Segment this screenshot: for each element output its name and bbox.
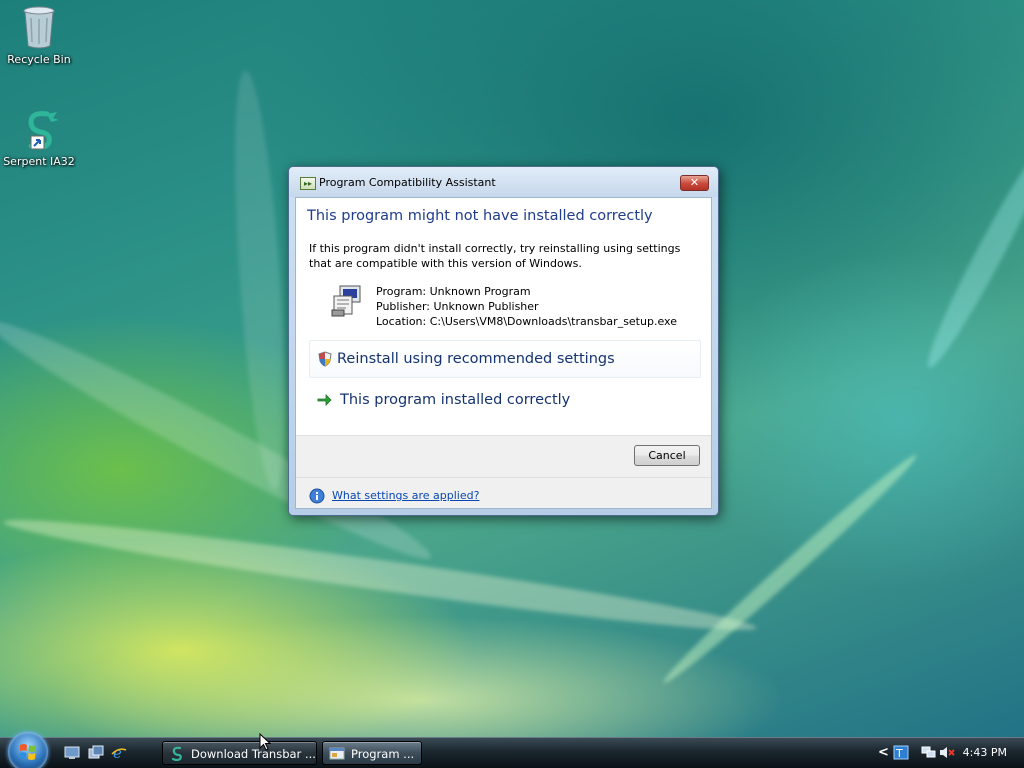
desktop-icon-recycle-bin[interactable]: Recycle Bin — [0, 4, 78, 66]
program-location: Location: C:\Users\VM8\Downloads\transba… — [376, 315, 677, 328]
windows-logo-icon — [19, 744, 36, 760]
task-button-program-compatibility[interactable]: Program ... — [322, 741, 422, 765]
compatibility-assistant-icon: ▸▸ — [300, 177, 316, 190]
program-compatibility-dialog: ▸▸ Program Compatibility Assistant ✕ Thi… — [288, 166, 719, 516]
recycle-bin-icon — [23, 6, 55, 49]
program-window-icon — [329, 747, 345, 760]
desktop-icon-label: Recycle Bin — [7, 53, 71, 66]
content-text: If this program didn't install correctly… — [309, 242, 681, 270]
what-settings-applied-link[interactable]: What settings are applied? — [332, 489, 479, 502]
reinstall-command-label: Reinstall using recommended settings — [337, 351, 615, 367]
start-button[interactable] — [8, 732, 48, 768]
volume-muted-icon[interactable] — [939, 745, 955, 760]
taskbar: e Download Transbar ... Program ... < T — [0, 732, 1024, 768]
mouse-cursor-icon — [259, 733, 271, 751]
tray-expand-chevron[interactable]: < — [878, 745, 894, 760]
task-button-label: Program ... — [351, 747, 415, 761]
cancel-button[interactable]: Cancel — [634, 445, 700, 466]
svg-text:T: T — [895, 747, 903, 760]
program-name: Program: Unknown Program — [376, 285, 531, 298]
serpent-shortcut-icon — [28, 111, 59, 150]
task-button-label: Download Transbar ... — [191, 747, 316, 761]
dialog-content: This program might not have installed co… — [295, 197, 712, 509]
desktop-icon-serpent-ia32[interactable]: Serpent IA32 — [0, 108, 78, 168]
dialog-titlebar[interactable]: ▸▸ Program Compatibility Assistant ✕ — [289, 167, 718, 197]
input-language-icon[interactable]: T — [893, 745, 909, 760]
network-icon[interactable] — [921, 745, 937, 760]
switch-windows-icon[interactable] — [88, 745, 104, 760]
dialog-footer: What settings are applied? — [296, 477, 711, 508]
serpent-icon — [171, 746, 182, 761]
program-info: Program: Unknown Program Publisher: Unkn… — [376, 284, 677, 329]
wallpaper-streak — [917, 132, 1024, 374]
desktop: Recycle Bin Serpent IA32 ▸▸ Program Comp… — [0, 0, 1024, 768]
wallpaper-streak — [225, 69, 295, 491]
show-desktop-icon[interactable] — [64, 745, 80, 760]
program-installed-correctly-command[interactable]: This program installed correctly — [309, 382, 701, 420]
green-arrow-icon — [317, 394, 332, 406]
main-instruction: This program might not have installed co… — [307, 208, 653, 224]
program-publisher: Publisher: Unknown Publisher — [376, 300, 539, 313]
info-icon — [309, 488, 325, 504]
setup-program-icon — [331, 285, 361, 317]
task-button-download-transbar[interactable]: Download Transbar ... — [162, 741, 317, 765]
button-area: Cancel — [296, 435, 711, 478]
shield-icon — [318, 351, 332, 367]
close-button[interactable]: ✕ — [680, 175, 709, 191]
program-details: Program: Unknown Program Publisher: Unkn… — [330, 284, 710, 332]
installed-correctly-label: This program installed correctly — [340, 392, 571, 408]
clock[interactable]: 4:43 PM — [963, 746, 1007, 759]
dialog-title: Program Compatibility Assistant — [319, 176, 496, 189]
desktop-icon-label: Serpent IA32 — [3, 155, 75, 168]
internet-explorer-icon[interactable]: e — [111, 745, 127, 760]
reinstall-recommended-settings-command[interactable]: Reinstall using recommended settings — [309, 340, 701, 378]
